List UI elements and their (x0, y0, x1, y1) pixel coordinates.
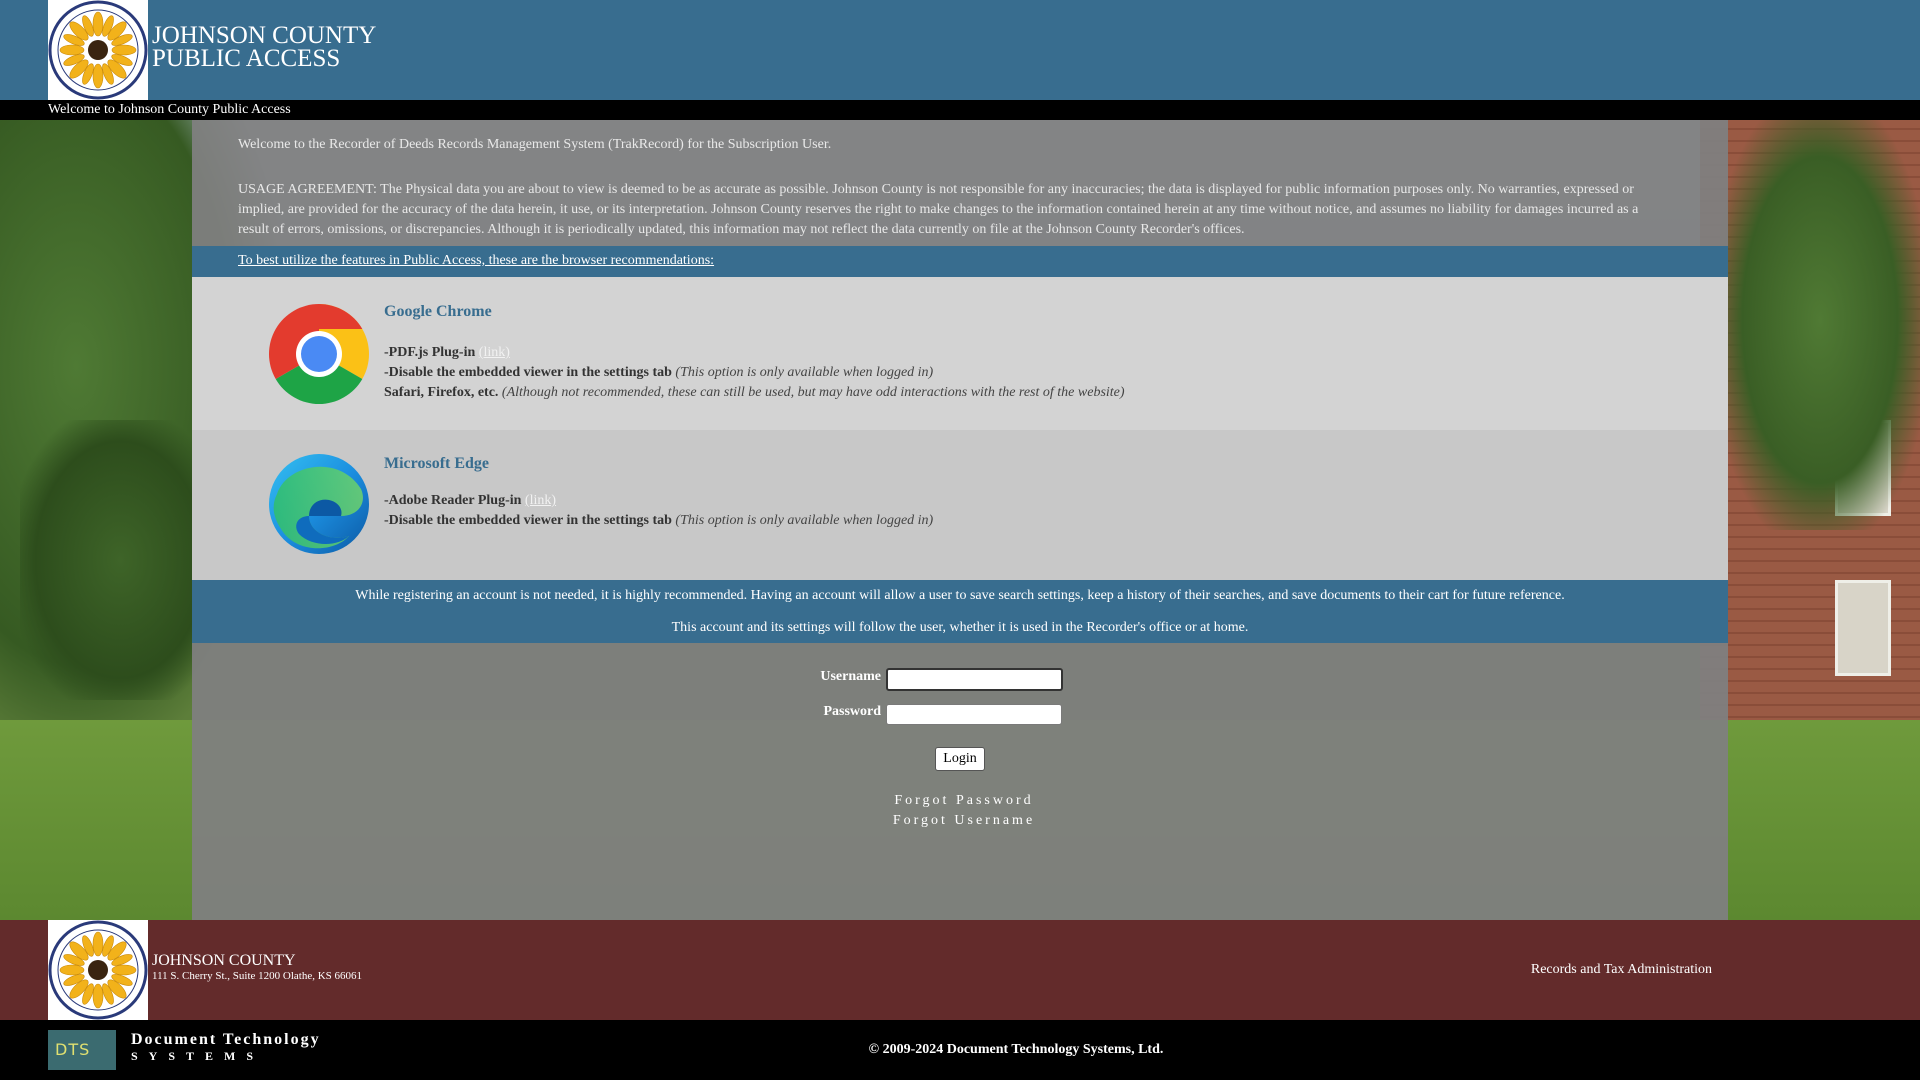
registration-line1: While registering an account is not need… (355, 588, 1565, 603)
vendor-bar: DTS Document Technology SYSTEMS © 2009-2… (0, 1020, 1920, 1080)
login-section: Username Password Login Forgot Password … (192, 643, 1728, 920)
edge-viewer-text: -Disable the embedded viewer in the sett… (384, 513, 672, 528)
edge-adobe-text: -Adobe Reader Plug-in (384, 493, 522, 508)
edge-viewer-line: -Disable the embedded viewer in the sett… (384, 513, 933, 529)
recommendations-bar: To best utilize the features in Public A… (192, 246, 1728, 277)
chrome-pdfjs-text: -PDF.js Plug-in (384, 345, 476, 360)
county-seal-icon (48, 0, 148, 100)
chrome-pdfjs-line: -PDF.js Plug-in (link) (384, 345, 510, 361)
chrome-viewer-line: -Disable the embedded viewer in the sett… (384, 365, 933, 381)
site-header: JOHNSON COUNTY PUBLIC ACCESS (0, 0, 1920, 100)
usage-agreement: USAGE AGREEMENT: The Physical data you a… (238, 182, 1639, 237)
intro-welcome: Welcome to the Recorder of Deeds Records… (238, 137, 832, 152)
forgot-password-link[interactable]: Forgot Password (196, 793, 1732, 809)
chrome-icon (269, 304, 369, 404)
chrome-viewer-text: -Disable the embedded viewer in the sett… (384, 365, 672, 380)
county-seal-icon (48, 920, 148, 1020)
username-input[interactable] (886, 668, 1063, 691)
browser-recommendations-link[interactable]: To best utilize the features in Public A… (238, 253, 714, 269)
registration-info: While registering an account is not need… (192, 580, 1728, 643)
registration-line2: This account and its settings will follo… (671, 620, 1249, 635)
chrome-name: Google Chrome (384, 303, 492, 320)
password-input[interactable] (886, 704, 1062, 725)
username-label: Username (820, 669, 881, 684)
other-browsers-note: (Although not recommended, these can sti… (501, 385, 1125, 400)
site-footer: JOHNSON COUNTY 111 S. Cherry St., Suite … (0, 920, 1920, 1020)
pdfjs-link[interactable]: (link) (479, 345, 510, 360)
edge-viewer-note: (This option is only available when logg… (675, 513, 934, 528)
footer-department: Records and Tax Administration (1530, 962, 1712, 977)
welcome-bar: Welcome to Johnson County Public Access (0, 100, 1920, 120)
login-button[interactable]: Login (935, 747, 985, 771)
edge-name: Microsoft Edge (384, 455, 490, 472)
intro-section: Welcome to the Recorder of Deeds Records… (192, 120, 1728, 246)
site-title-line2: PUBLIC ACCESS (152, 45, 341, 72)
password-label: Password (823, 704, 881, 719)
edge-icon (269, 454, 369, 554)
footer-county-name: JOHNSON COUNTY (152, 952, 296, 969)
chrome-viewer-note: (This option is only available when logg… (675, 365, 934, 380)
copyright-text: © 2009-2024 Document Technology Systems,… (868, 1042, 1164, 1057)
edge-adobe-line: -Adobe Reader Plug-in (link) (384, 493, 556, 509)
other-browsers-line: Safari, Firefox, etc. (Although not reco… (384, 385, 1125, 401)
site-title: JOHNSON COUNTY PUBLIC ACCESS (152, 22, 377, 72)
main-panel: Welcome to the Recorder of Deeds Records… (192, 120, 1728, 920)
site-title-line1: JOHNSON COUNTY (152, 22, 377, 49)
welcome-text: Welcome to Johnson County Public Access (48, 102, 291, 117)
forgot-username-link[interactable]: Forgot Username (196, 813, 1732, 829)
footer-address: 111 S. Cherry St., Suite 1200 Olathe, KS… (152, 970, 363, 982)
other-browsers-text: Safari, Firefox, etc. (384, 385, 499, 400)
chrome-section: Google Chrome -PDF.js Plug-in (link) -Di… (192, 277, 1728, 430)
edge-section: Microsoft Edge -Adobe Reader Plug-in (li… (192, 430, 1728, 580)
adobe-reader-link[interactable]: (link) (525, 493, 556, 508)
